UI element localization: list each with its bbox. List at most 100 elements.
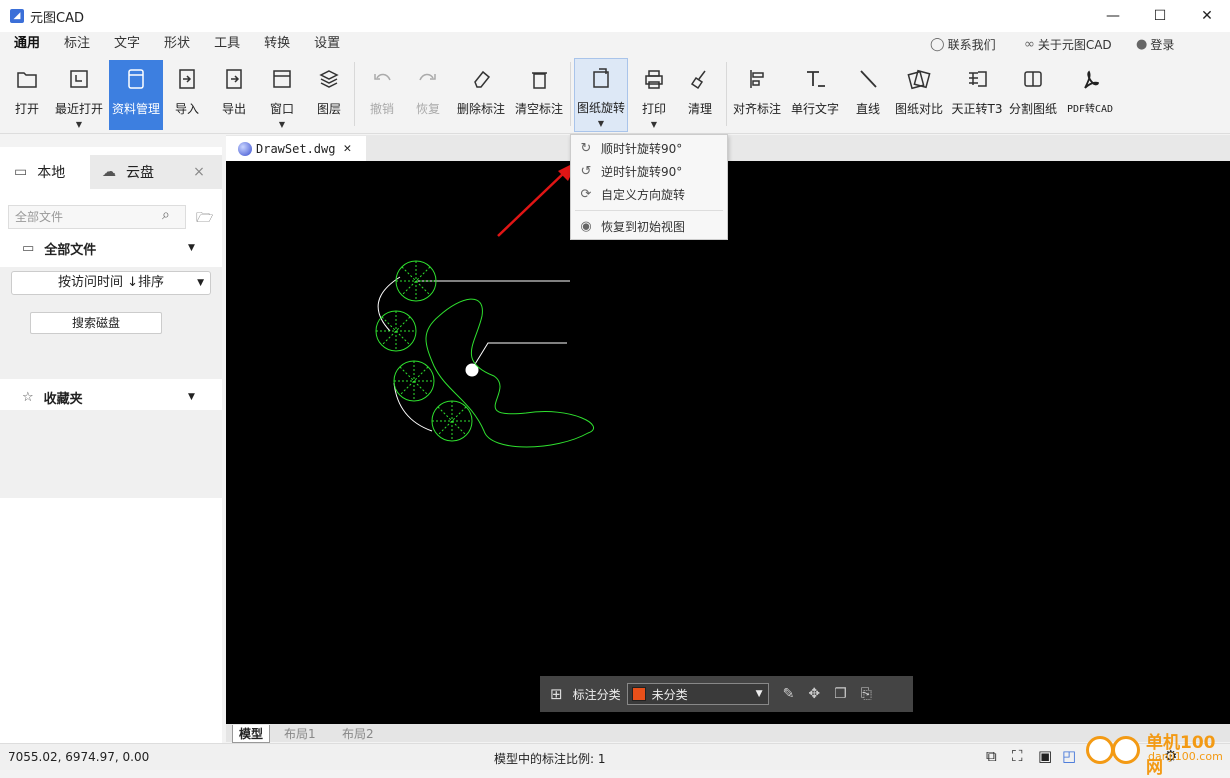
printer-icon xyxy=(643,60,665,98)
export-label: 导出 xyxy=(221,102,246,116)
open-folder-icon[interactable]: 🗁 xyxy=(196,207,213,231)
redo-button[interactable]: 恢复 xyxy=(410,60,446,130)
chevron-down-icon: ▼ xyxy=(597,119,605,128)
chevron-down-icon: ▼ xyxy=(75,120,83,129)
document-tab-bar: DrawSet.dwg ✕ xyxy=(226,135,1230,161)
rotate-page-icon xyxy=(590,59,612,97)
chevron-down-icon: ▼ xyxy=(650,120,658,129)
undo-button[interactable]: 撤销 xyxy=(364,60,400,130)
pdf-icon xyxy=(1079,60,1101,98)
ribbon-divider xyxy=(570,62,571,126)
layers-label: 图层 xyxy=(316,102,341,116)
dwg-file-icon xyxy=(238,141,252,156)
chevron-down-icon: ▼ xyxy=(188,243,195,253)
clear-annotation-button[interactable]: 清空标注 xyxy=(512,60,566,130)
login-link[interactable]: ● 登录 xyxy=(1136,32,1174,56)
tab-layout-2[interactable]: 布局2 xyxy=(342,725,374,742)
tab-model[interactable]: 模型 xyxy=(232,725,271,743)
window-title: 元图CAD xyxy=(30,10,84,26)
redo-icon xyxy=(417,60,439,98)
single-line-text-button[interactable]: 单行文字 xyxy=(788,60,842,130)
rotate-clockwise-item[interactable]: ↻ 顺时针旋转90° xyxy=(571,137,727,159)
cloud-icon: ☁ xyxy=(102,164,116,180)
tianzheng-t3-button[interactable]: 天正转T3 xyxy=(950,60,1004,130)
custom-rotate-label: 自定义方向旋转 xyxy=(601,187,686,202)
search-icon[interactable]: ⌕ xyxy=(162,207,170,223)
eraser-icon xyxy=(470,60,492,98)
database-icon xyxy=(125,60,147,98)
favorites-section[interactable]: ☆ 收藏夹 ▼ xyxy=(0,384,222,410)
zoom-window-icon[interactable]: ⧉ xyxy=(986,747,997,765)
print-button[interactable]: 打印 ▼ xyxy=(636,60,672,130)
sort-select[interactable]: 按访问时间 ↓排序 ▼ xyxy=(11,271,211,295)
all-files-section[interactable]: ▭ 全部文件 ▼ xyxy=(0,235,222,261)
window-button[interactable]: 窗口 ▼ xyxy=(264,60,300,130)
copy-icon[interactable]: ❐ xyxy=(834,686,847,702)
clean-button[interactable]: 清理 xyxy=(682,60,718,130)
favorites-label: 收藏夹 xyxy=(43,391,83,407)
tab-text[interactable]: 文字 xyxy=(102,32,152,56)
move-icon[interactable]: ✥ xyxy=(808,686,820,702)
rotate-counterclockwise-item[interactable]: ↺ 逆时针旋转90° xyxy=(571,160,727,182)
split-icon xyxy=(1022,60,1044,98)
tab-local[interactable]: ▭ 本地 xyxy=(0,155,90,189)
open-button[interactable]: 打开 xyxy=(8,60,46,130)
layers-button[interactable]: 图层 xyxy=(311,60,347,130)
align-annotation-label: 对齐标注 xyxy=(732,102,781,116)
close-button[interactable]: ✕ xyxy=(1184,0,1230,32)
panel-tabs: ▭ 本地 ☁ 云盘 × xyxy=(0,155,222,189)
tab-general[interactable]: 通用 xyxy=(2,32,52,56)
tab-convert[interactable]: 转换 xyxy=(252,32,302,56)
view-cube-icon[interactable]: ◰ xyxy=(1062,747,1076,765)
reset-view-label: 恢复到初始视图 xyxy=(601,219,686,234)
line-button[interactable]: 直线 xyxy=(850,60,886,130)
split-drawing-button[interactable]: 分割图纸 xyxy=(1006,60,1060,130)
pdf-to-cad-label: PDF转CAD xyxy=(1066,104,1114,115)
watermark-logo-icon xyxy=(1086,736,1114,764)
single-line-text-label: 单行文字 xyxy=(790,102,839,116)
favorites-area xyxy=(0,410,222,498)
tab-shape[interactable]: 形状 xyxy=(152,32,202,56)
document-tab[interactable]: DrawSet.dwg ✕ xyxy=(226,136,366,161)
zoom-extents-icon[interactable]: ⛶ xyxy=(1012,747,1023,765)
maximize-button[interactable]: ☐ xyxy=(1137,0,1183,32)
minimize-button[interactable]: — xyxy=(1090,0,1136,32)
fit-screen-icon[interactable]: ▣ xyxy=(1038,747,1052,765)
tab-tools[interactable]: 工具 xyxy=(202,32,252,56)
file-search-input[interactable]: 全部文件 xyxy=(8,205,186,229)
pdf-to-cad-button[interactable]: PDF转CAD xyxy=(1062,60,1118,130)
panel-close-button[interactable]: × xyxy=(176,155,222,189)
rotate-drawing-button[interactable]: 图纸旋转 ▼ xyxy=(574,58,628,132)
about-link[interactable]: ∞ 关于元图CAD xyxy=(1024,32,1112,56)
edit-icon[interactable]: ✎ xyxy=(783,686,795,702)
paste-icon[interactable]: ⎘ xyxy=(861,686,872,702)
tab-cloud[interactable]: ☁ 云盘 xyxy=(90,155,176,189)
grid-icon[interactable]: ⊞ xyxy=(550,685,563,703)
recent-button[interactable]: 最近打开 ▼ xyxy=(52,60,106,130)
search-disk-button[interactable]: 搜索磁盘 xyxy=(30,312,162,334)
contact-link[interactable]: ◯ 联系我们 xyxy=(930,32,996,56)
manage-button[interactable]: 资料管理 xyxy=(109,60,163,130)
close-icon[interactable]: ✕ xyxy=(343,141,351,156)
drawing-canvas[interactable] xyxy=(226,161,1230,724)
reset-view-item[interactable]: ◉ 恢复到初始视图 xyxy=(571,215,727,237)
chevron-down-icon: ▼ xyxy=(188,392,195,402)
line-tool-icon xyxy=(857,60,879,98)
tab-settings[interactable]: 设置 xyxy=(302,32,352,56)
custom-rotate-item[interactable]: ⟳ 自定义方向旋转 xyxy=(571,183,727,205)
redo-label: 恢复 xyxy=(415,102,440,116)
tab-layout-1[interactable]: 布局1 xyxy=(284,725,316,742)
tianzheng-icon xyxy=(966,60,988,98)
delete-annotation-button[interactable]: 删除标注 xyxy=(454,60,508,130)
tab-cloud-label: 云盘 xyxy=(126,165,154,181)
chevron-down-icon: ▼ xyxy=(755,689,763,699)
export-button[interactable]: 导出 xyxy=(216,60,252,130)
export-icon xyxy=(223,60,245,98)
import-button[interactable]: 导入 xyxy=(169,60,205,130)
watermark: 单机100网 danji100.com xyxy=(1082,728,1228,778)
category-select[interactable]: 未分类 ▼ xyxy=(626,683,769,705)
tab-annotate[interactable]: 标注 xyxy=(52,32,102,56)
compare-drawing-button[interactable]: 图纸对比 xyxy=(892,60,946,130)
align-annotation-button[interactable]: 对齐标注 xyxy=(730,60,784,130)
ribbon-divider xyxy=(726,62,727,126)
